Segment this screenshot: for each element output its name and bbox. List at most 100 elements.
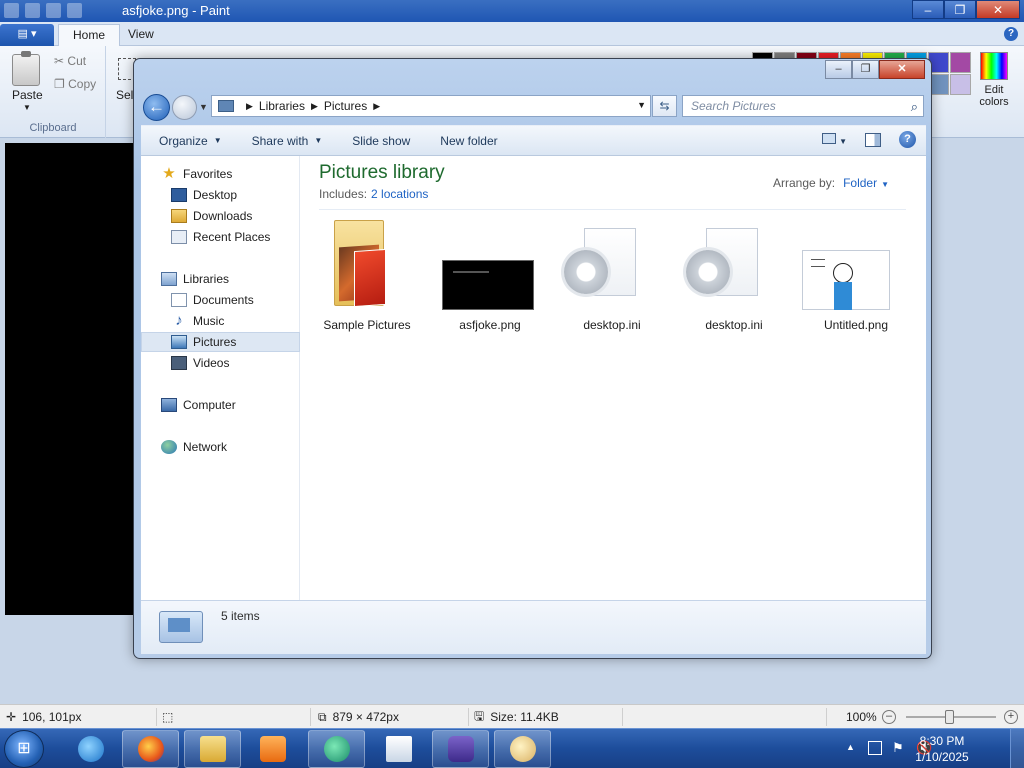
organize-button[interactable]: Organize ▼ [141,134,237,148]
search-input[interactable]: Search Pictures ⌕ [682,95,924,117]
sidebar-item-downloads[interactable]: Downloads [141,206,300,226]
show-desktop-button[interactable] [1010,729,1024,768]
details-pane: 5 items [141,600,926,654]
edit-colors-label: Edit colors [979,84,1009,108]
close-button[interactable]: ✕ [976,0,1020,19]
maximize-button[interactable]: ❐ [944,0,976,19]
zoom-level: 100% [846,710,877,724]
taskbar-firefox[interactable] [122,730,179,768]
tab-view[interactable]: View [114,24,168,46]
undo-icon[interactable] [46,3,61,18]
explorer-maximize-button[interactable]: ❐ [852,60,879,79]
desktop-icon [171,188,187,202]
edit-colors-button[interactable]: Edit colors [976,52,1012,108]
sidebar-item-label: Libraries [183,272,230,286]
sidebar-item-favorites[interactable]: ★ Favorites [141,164,300,184]
chevron-down-icon[interactable]: ▼ [881,180,889,189]
network-tray-icon[interactable] [868,741,882,755]
cut-button[interactable]: ✂ Cut [54,54,86,68]
sidebar-item-music[interactable]: ♪ Music [141,311,300,331]
select-button[interactable]: Sel [116,88,133,102]
breadcrumb-libraries[interactable]: Libraries [259,99,305,113]
zoom-slider-thumb[interactable] [945,710,954,724]
help-icon[interactable]: ? [1004,27,1018,41]
tray-overflow-icon[interactable]: ▲ [846,742,855,752]
share-with-button[interactable]: Share with ▼ [237,134,338,148]
start-button[interactable]: ⊞ [4,730,44,768]
explorer-close-button[interactable]: ✕ [879,60,925,79]
taskbar-media-center[interactable] [308,730,365,768]
breadcrumb-separator[interactable]: ▶ [373,101,380,112]
color-swatch[interactable] [950,52,971,73]
taskbar-explorer[interactable] [184,730,241,768]
help-icon[interactable]: ? [899,131,916,148]
refresh-button[interactable]: ⇆ [652,95,677,117]
file-item[interactable]: desktop.ini [552,216,672,332]
settings-file-icon [552,216,672,316]
disk-icon: 🖫 [474,708,485,723]
back-button[interactable]: ← [143,94,170,121]
selection-size: ⬚ [162,709,173,725]
preview-pane-icon[interactable] [865,132,881,147]
save-icon[interactable] [25,3,40,18]
minimize-button[interactable]: – [912,0,944,19]
recent-pages-dropdown[interactable]: ▼ [199,102,208,112]
taskbar-internet-explorer[interactable] [62,730,119,768]
file-item[interactable]: Untitled.png [796,216,916,332]
sidebar-item-videos[interactable]: Videos [141,353,300,373]
color-swatch[interactable] [950,74,971,95]
library-icon [218,100,234,112]
paint-image-canvas[interactable] [5,143,137,615]
copy-button[interactable]: ❐ Copy [54,77,96,91]
cursor-position-value: 106, 101px [22,710,82,724]
zoom-in-button[interactable]: + [1004,710,1018,724]
taskbar-paint[interactable] [494,730,551,768]
breadcrumb-separator[interactable]: ▶ [311,101,318,112]
sidebar-item-computer[interactable]: Computer [141,395,300,415]
computer-icon [161,398,177,412]
search-icon[interactable]: ⌕ [911,99,918,115]
preview-scribble [811,259,825,267]
address-dropdown-icon[interactable]: ▼ [637,100,646,110]
sidebar-item-pictures[interactable]: Pictures [141,332,300,352]
breadcrumb-separator[interactable]: ▶ [246,101,253,112]
zoom-out-button[interactable]: – [882,710,896,724]
status-divider [622,708,623,726]
sidebar-item-network[interactable]: Network [141,437,300,457]
file-item[interactable]: Sample Pictures [307,216,427,332]
breadcrumb-pictures[interactable]: Pictures [324,99,367,113]
paste-icon[interactable] [12,51,40,86]
redo-icon[interactable] [67,3,82,18]
file-name: asfjoke.png [459,318,521,332]
sidebar-item-libraries[interactable]: Libraries [141,269,300,289]
file-item[interactable]: asfjoke.png [430,216,550,332]
scissors-icon: ✂ [54,54,65,68]
new-folder-button[interactable]: New folder [425,134,512,148]
file-view[interactable]: Pictures library Includes: 2 locations Ar… [301,156,926,600]
explorer-minimize-button[interactable]: – [825,60,852,79]
firefox-icon [137,736,164,762]
taskbar-notepad[interactable] [370,730,427,768]
locations-link[interactable]: 2 locations [371,187,428,201]
tab-home[interactable]: Home [58,24,121,46]
paste-button[interactable]: Paste [12,88,43,102]
sidebar-item-recent-places[interactable]: Recent Places [141,227,300,247]
paint-title-bar: asfjoke.png - Paint – ❐ ✕ [0,0,1024,22]
file-item[interactable]: desktop.ini [674,216,794,332]
videos-icon [171,356,187,370]
forward-button[interactable] [172,95,197,120]
system-clock[interactable]: 8:30 PM 1/10/2025 [902,733,982,765]
arrange-by-dropdown[interactable]: Folder [843,176,877,190]
sidebar-item-documents[interactable]: Documents [141,290,300,310]
file-name: desktop.ini [705,318,763,332]
paint-app-icon[interactable] [4,3,19,18]
sidebar-item-desktop[interactable]: Desktop [141,185,300,205]
taskbar-media-player[interactable] [244,730,301,768]
change-view-button[interactable]: ▼ [821,132,847,147]
taskbar-visual-studio[interactable] [432,730,489,768]
header-divider [319,209,906,210]
slide-show-button[interactable]: Slide show [337,134,425,148]
chevron-down-icon[interactable]: ▼ [23,103,31,112]
address-bar[interactable]: ▶ Libraries ▶ Pictures ▶ ▼ [211,95,651,117]
paint-menu-button[interactable]: ▤ ▾ [0,24,54,46]
